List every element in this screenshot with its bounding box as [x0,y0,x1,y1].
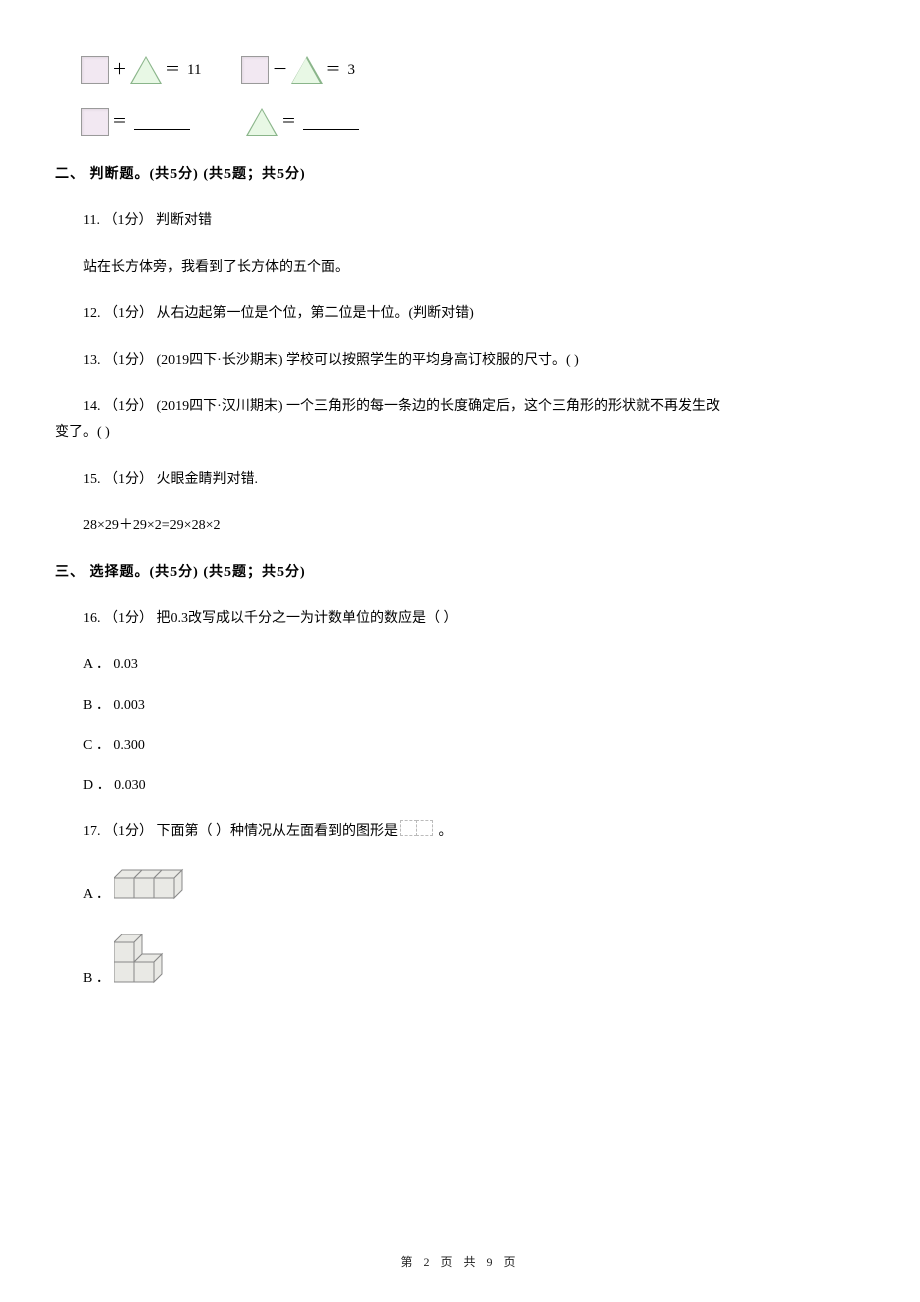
q17-b-label: B ． [83,968,110,990]
page-footer: 第 2 页 共 9 页 [0,1253,920,1272]
q11-line2: 站在长方体旁，我看到了长方体的五个面。 [83,257,865,279]
fill-blank[interactable] [134,115,190,130]
triangle-icon [130,56,162,84]
q16-options: A ． 0.03 B ． 0.003 C ． 0.300 D ． 0.030 [83,654,865,798]
equals-op: ＝ [281,110,296,134]
minus-op: － [272,58,287,82]
q16-option-b[interactable]: B ． 0.003 [83,695,865,717]
cubes-l-shape-icon [114,934,184,990]
section-2-title: 二、 判断题。(共5分) (共5题；共5分) [55,164,865,186]
diff-value: 3 [348,58,356,82]
q17-a-label: A ． [83,884,110,906]
q16-option-a[interactable]: A ． 0.03 [83,654,865,676]
square-icon [81,108,109,136]
equals-op: ＝ [112,110,127,134]
q15-expr: 28×29＋29×2=29×28×2 [83,515,865,537]
q14-line2: 变了。( ) [55,422,865,444]
equals-op: ＝ [326,58,341,82]
q16-option-c[interactable]: C ． 0.300 [83,735,865,757]
plus-op: ＋ [112,58,127,82]
q17-after: 。 [439,821,453,843]
q11-line1: 11. （1分） 判断对错 [83,210,865,232]
q16-option-d[interactable]: D ． 0.030 [83,775,865,797]
q13-text: 13. （1分） (2019四下·长沙期末) 学校可以按照学生的平均身高订校服的… [83,350,865,372]
fill-blank[interactable] [303,115,359,130]
q17-stem: 17. （1分） 下面第（ ）种情况从左面看到的图形是 。 [83,820,865,844]
q15-line1: 15. （1分） 火眼金睛判对错. [83,469,865,491]
sum-value: 11 [187,58,201,82]
q17-option-a[interactable]: A ． [83,868,865,906]
q17-options: A ． B ． [83,868,865,990]
q14-line1: 14. （1分） (2019四下·汉川期末) 一个三角形的每一条边的长度确定后，… [83,396,865,418]
triangle-icon [291,56,323,84]
section-3-title: 三、 选择题。(共5分) (共5题；共5分) [55,562,865,584]
cubes-3-row-icon [114,868,194,906]
two-squares-icon [400,820,433,844]
square-icon [81,56,109,84]
shape-equation-row-2: ＝ ＝ [81,108,865,136]
equals-op: ＝ [165,58,180,82]
q12-text: 12. （1分） 从右边起第一位是个位，第二位是十位。(判断对错) [83,303,865,325]
q17-option-b[interactable]: B ． [83,934,865,990]
triangle-icon [246,108,278,136]
shape-equation-row-1: ＋ ＝ 11 － ＝ 3 [81,56,865,84]
q16-stem: 16. （1分） 把0.3改写成以千分之一为计数单位的数应是（ ） [83,608,865,630]
square-icon [241,56,269,84]
q17-before: 17. （1分） 下面第（ ）种情况从左面看到的图形是 [83,821,398,843]
